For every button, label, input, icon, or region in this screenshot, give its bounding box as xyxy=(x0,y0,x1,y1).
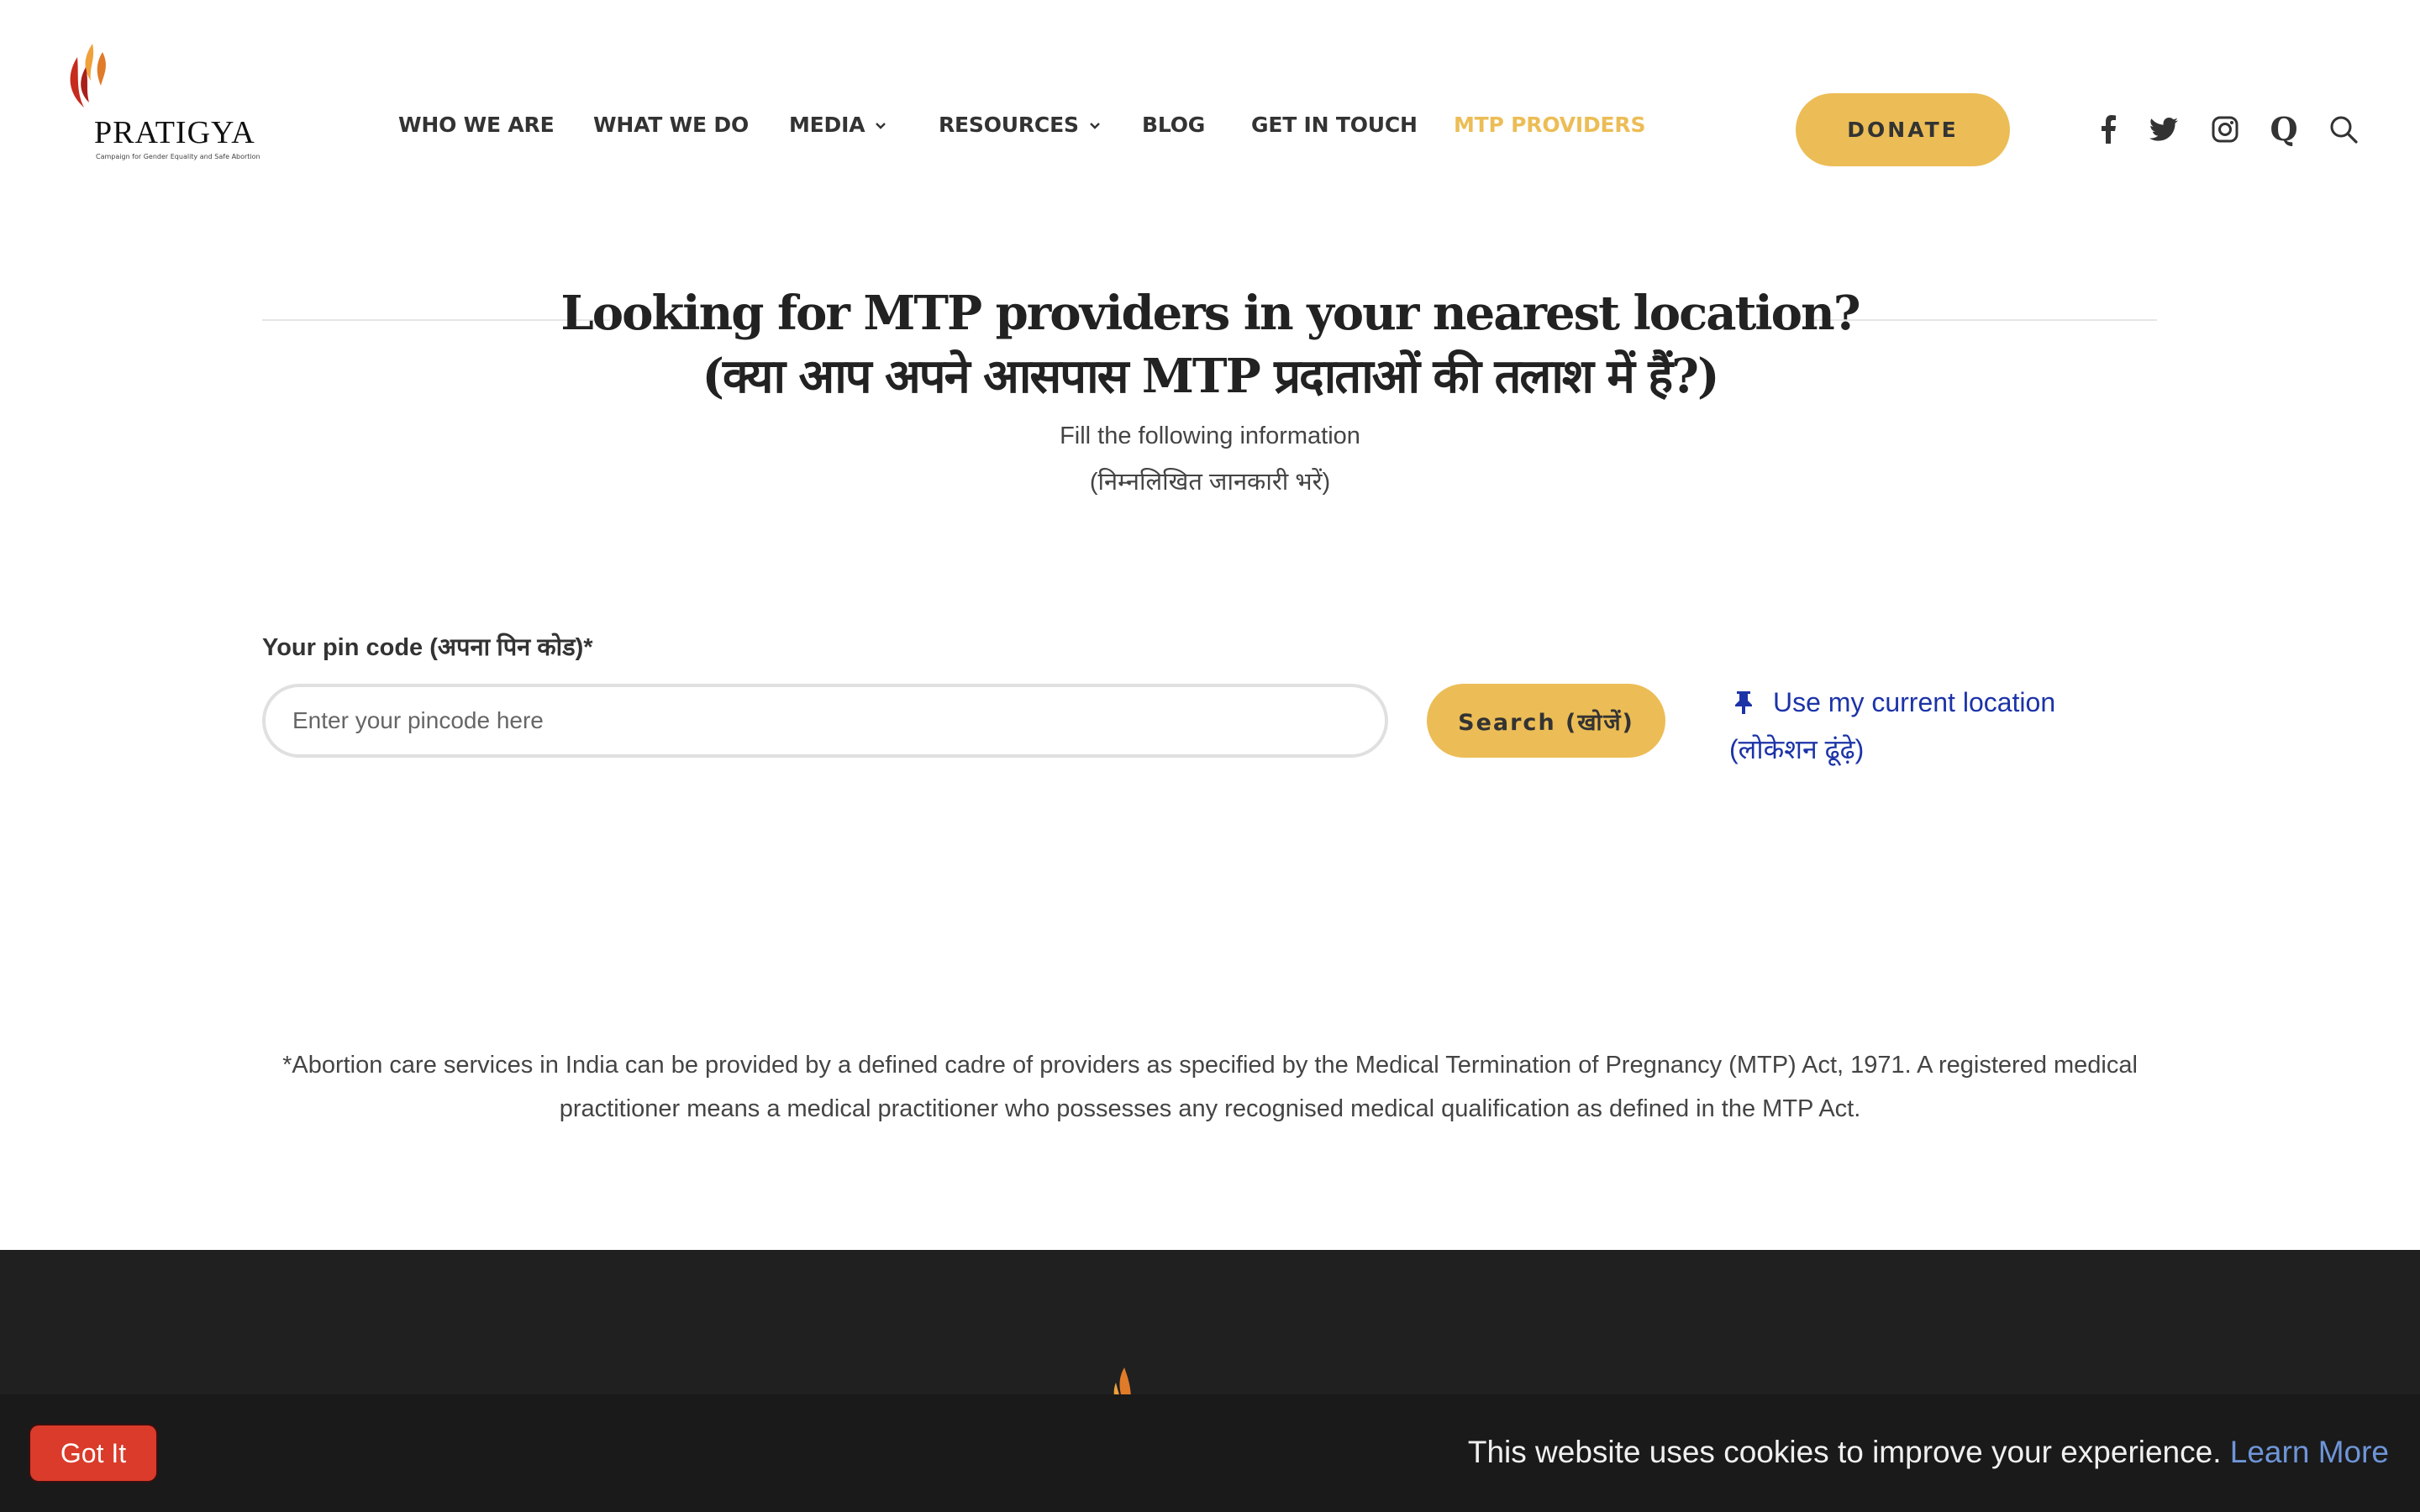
flame-logo-icon xyxy=(70,44,106,108)
brand-tagline: Campaign for Gender Equality and Safe Ab… xyxy=(96,153,260,160)
nav-item-get-in-touch[interactable]: GET IN TOUCH xyxy=(1251,113,1418,137)
nav-item-media[interactable]: MEDIA xyxy=(789,113,886,137)
chevron-down-icon xyxy=(1089,123,1100,129)
use-location-label-hindi: (लोकेशन ढूंढ़े) xyxy=(1729,734,1865,764)
nav-item-media-label: MEDIA xyxy=(789,113,865,137)
pincode-input[interactable] xyxy=(262,684,1388,758)
page-title: Looking for MTP providers in your neares… xyxy=(560,286,1860,341)
facebook-icon[interactable] xyxy=(2093,114,2123,144)
cookie-message-text: This website uses cookies to improve you… xyxy=(1467,1435,2222,1469)
chevron-down-icon xyxy=(876,123,886,129)
page-title-hindi: (क्या आप अपने आसपास MTP प्रदाताओं की तला… xyxy=(702,349,1720,404)
search-icon[interactable] xyxy=(2328,114,2359,144)
twitter-icon[interactable] xyxy=(2149,114,2179,144)
site-header: PRATIGYA Campaign for Gender Equality an… xyxy=(0,0,2420,193)
nav-item-resources-label: RESOURCES xyxy=(939,113,1079,137)
nav-item-what-we-do[interactable]: WHAT WE DO xyxy=(593,113,749,137)
form-instructions-hindi: (निम्नलिखित जानकारी भरें) xyxy=(1089,469,1331,496)
mtp-act-disclaimer: *Abortion care services in India can be … xyxy=(282,1052,2138,1122)
use-location-label: Use my current location xyxy=(1773,687,2056,717)
learn-more-link[interactable]: Learn More xyxy=(2230,1435,2389,1469)
search-button[interactable]: Search (खोजें) xyxy=(1427,684,1665,758)
nav-item-blog[interactable]: BLOG xyxy=(1142,113,1205,137)
donate-button[interactable]: DONATE xyxy=(1796,93,2010,166)
cookie-accept-button[interactable]: Got It xyxy=(30,1425,156,1481)
nav-item-who-we-are[interactable]: WHO WE ARE xyxy=(398,113,555,137)
instagram-icon[interactable] xyxy=(2210,114,2240,144)
quora-icon[interactable]: Q xyxy=(2269,113,2299,145)
brand-name: PRATIGYA xyxy=(94,115,255,150)
pincode-label: Your pin code (अपना पिन कोड)* xyxy=(262,634,593,661)
cookie-message: This website uses cookies to improve you… xyxy=(1468,1435,2389,1470)
form-instructions: Fill the following information xyxy=(1060,423,1360,449)
pratigya-logo[interactable]: PRATIGYA Campaign for Gender Equality an… xyxy=(55,40,260,166)
nav-item-mtp-providers[interactable]: MTP PROVIDERS xyxy=(1454,113,1645,137)
use-current-location-link[interactable]: Use my current location (लोकेशन ढूंढ़े) xyxy=(1729,679,2055,773)
pushpin-icon xyxy=(1735,691,1752,714)
nav-item-resources[interactable]: RESOURCES xyxy=(939,113,1101,137)
